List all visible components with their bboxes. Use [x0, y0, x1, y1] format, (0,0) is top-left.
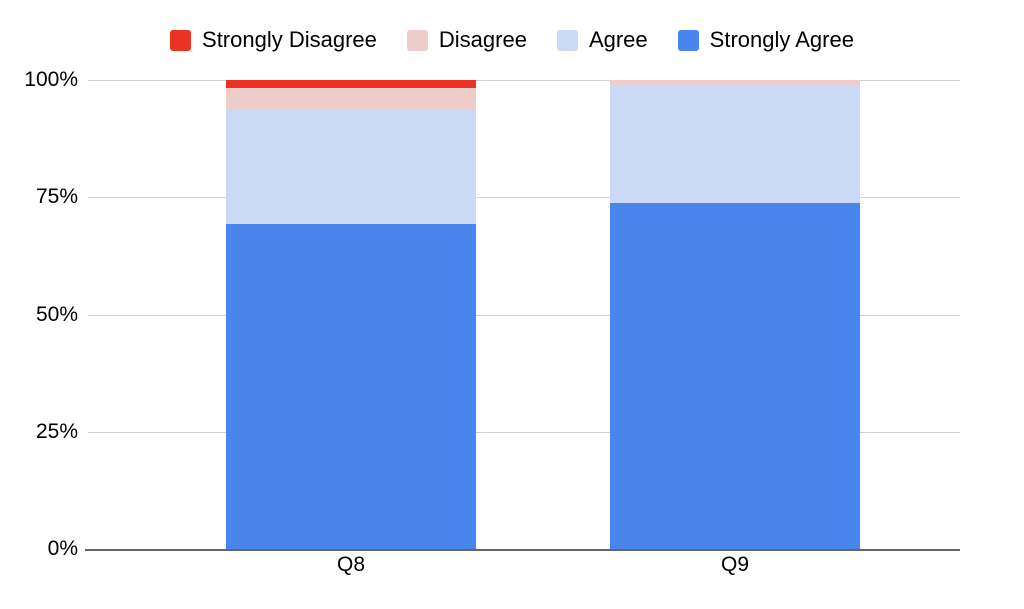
plot-area — [85, 80, 960, 551]
legend-swatch-icon-strongly-disagree — [170, 29, 192, 51]
bar-segment-agree[interactable] — [610, 85, 860, 203]
legend-swatch-icon-strongly-agree — [677, 29, 699, 51]
legend-swatch-icon-agree — [556, 29, 578, 51]
y-axis-tick-label: 75% — [35, 185, 78, 209]
stacked-bar-chart: Strongly Disagree Disagree Agree Strongl… — [0, 0, 1024, 609]
legend-swatch-icon-disagree — [406, 29, 428, 51]
bar-segment-disagree[interactable] — [226, 88, 476, 111]
x-axis-line — [85, 549, 960, 551]
bar-segment-strongly-disagree[interactable] — [226, 80, 476, 88]
y-axis-tick-label: 100% — [24, 68, 78, 91]
bar-segment-strongly-agree[interactable] — [610, 202, 860, 549]
legend-label-strongly-disagree: Strongly Disagree — [202, 27, 377, 52]
y-axis-tick-label: 0% — [47, 537, 78, 560]
legend-item-disagree[interactable]: Disagree — [406, 27, 527, 52]
y-axis-tick-label: 50% — [35, 302, 78, 326]
legend-item-strongly-disagree[interactable]: Strongly Disagree — [170, 29, 377, 51]
bar-q8[interactable] — [226, 80, 476, 549]
y-axis: 0% 25% 50% 75% 100% — [0, 69, 78, 559]
bar-q9[interactable] — [610, 80, 860, 549]
legend-item-agree[interactable]: Agree — [556, 27, 648, 52]
legend-label-disagree: Disagree — [438, 27, 527, 52]
chart-legend: Strongly Disagree Disagree Agree Strongl… — [0, 22, 1024, 58]
bar-segment-agree[interactable] — [226, 110, 476, 224]
x-axis: Q8 Q9 — [88, 553, 960, 593]
legend-label-agree: Agree — [588, 27, 648, 52]
x-axis-tick-label-q9: Q9 — [720, 553, 749, 576]
x-axis-tick-label-q8: Q8 — [336, 553, 365, 576]
legend-item-strongly-agree[interactable]: Strongly Agree — [677, 27, 854, 52]
bar-segment-strongly-agree[interactable] — [226, 223, 476, 549]
y-axis-tick-label: 25% — [35, 419, 78, 443]
legend-label-strongly-agree: Strongly Agree — [709, 27, 854, 52]
